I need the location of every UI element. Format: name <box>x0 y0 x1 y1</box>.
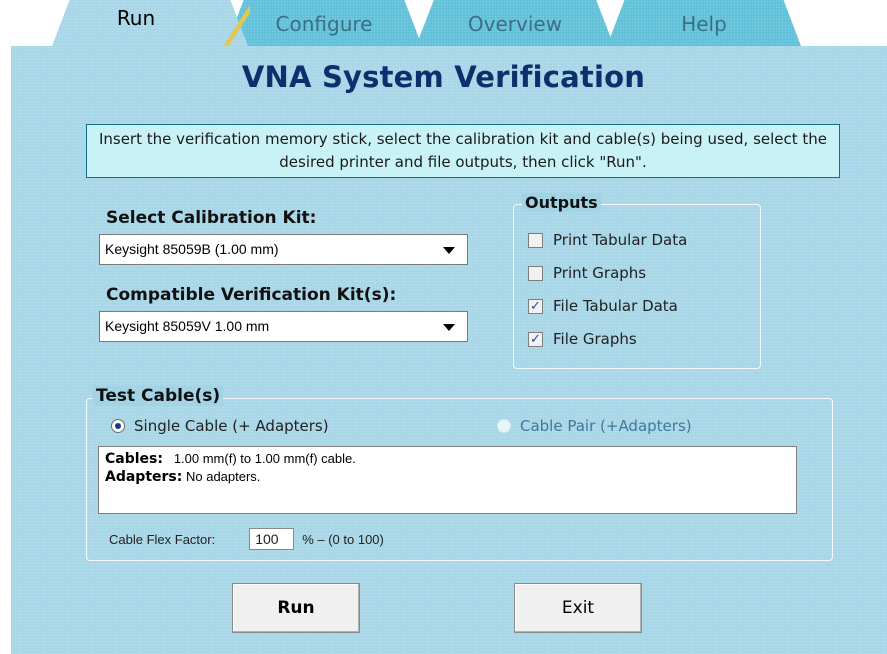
output-file-tabular[interactable]: ✓ File Tabular Data <box>528 295 678 317</box>
calibration-kit-value: Keysight 85059B (1.00 mm) <box>105 241 279 257</box>
cable-pair-label: Cable Pair (+Adapters) <box>520 417 692 435</box>
cable-flex-input[interactable]: 100 <box>249 528 295 550</box>
output-print-graphs-label: Print Graphs <box>553 264 647 282</box>
tab-overview[interactable]: Overview <box>416 0 614 46</box>
cable-pair-option: Cable Pair (+Adapters) <box>497 415 692 437</box>
chevron-down-icon[interactable] <box>443 247 455 254</box>
tab-configure[interactable]: Configure <box>226 0 422 46</box>
single-cable-option[interactable]: Single Cable (+ Adapters) <box>111 415 329 437</box>
adapters-line: Adapters: No adapters. <box>105 468 790 486</box>
single-cable-radio[interactable] <box>111 419 125 433</box>
tab-overview-label: Overview <box>467 12 563 36</box>
adapters-value: No adapters. <box>185 469 261 484</box>
output-print-tabular[interactable]: Print Tabular Data <box>528 229 687 251</box>
cable-flex-row: Cable Flex Factor: 100 % – (0 to 100) <box>109 527 384 551</box>
verification-kit-label: Compatible Verification Kit(s): <box>106 285 397 305</box>
cables-value: 1.00 mm(f) to 1.00 mm(f) cable. <box>173 451 356 466</box>
verification-kit-select[interactable]: Keysight 85059V 1.00 mm <box>99 311 468 342</box>
cables-key: Cables: <box>105 451 163 467</box>
tab-run[interactable]: Run <box>52 0 248 46</box>
calibration-kit-select[interactable]: Keysight 85059B (1.00 mm) <box>99 234 468 265</box>
checkbox-print-graphs[interactable] <box>528 265 543 281</box>
check-icon: ✓ <box>530 298 541 314</box>
single-cable-label: Single Cable (+ Adapters) <box>134 417 329 435</box>
adapters-key: Adapters: <box>105 469 183 485</box>
tab-active-edge <box>224 6 250 46</box>
cable-flex-label: Cable Flex Factor: <box>109 531 216 547</box>
test-cables-group: Test Cable(s) Single Cable (+ Adapters) … <box>86 386 833 561</box>
exit-button[interactable]: Exit <box>514 583 642 633</box>
page-title: VNA System Verification <box>241 60 646 94</box>
tab-help[interactable]: Help <box>607 0 801 46</box>
checkbox-file-graphs[interactable]: ✓ <box>528 331 543 347</box>
instructions-box: Insert the verification memory stick, se… <box>86 124 840 178</box>
run-button-label: Run <box>277 598 315 618</box>
cables-summary: Cables: 1.00 mm(f) to 1.00 mm(f) cable. … <box>98 446 797 514</box>
outputs-legend: Outputs <box>522 193 601 212</box>
checkbox-file-tabular[interactable]: ✓ <box>528 298 543 314</box>
cable-flex-unit: % – (0 to 100) <box>302 531 384 547</box>
output-file-graphs[interactable]: ✓ File Graphs <box>528 328 637 350</box>
run-button[interactable]: Run <box>232 583 360 633</box>
test-cables-legend: Test Cable(s) <box>93 386 224 406</box>
calibration-kit-label: Select Calibration Kit: <box>106 208 317 228</box>
output-print-tabular-label: Print Tabular Data <box>553 231 688 249</box>
output-file-tabular-label: File Tabular Data <box>553 297 678 315</box>
tab-configure-label: Configure <box>275 12 373 36</box>
verification-kit-value: Keysight 85059V 1.00 mm <box>105 318 270 334</box>
cables-line: Cables: 1.00 mm(f) to 1.00 mm(f) cable. <box>105 450 790 468</box>
tab-help-label: Help <box>681 12 727 36</box>
check-icon: ✓ <box>530 331 541 347</box>
exit-button-label: Exit <box>561 598 595 618</box>
cable-pair-radio <box>497 419 511 433</box>
output-file-graphs-label: File Graphs <box>553 330 637 348</box>
chevron-down-icon[interactable] <box>443 324 455 331</box>
output-print-graphs[interactable]: Print Graphs <box>528 262 646 284</box>
tab-run-label: Run <box>116 6 156 30</box>
outputs-group: Outputs Print Tabular Data Print Graphs … <box>513 193 761 369</box>
checkbox-print-tabular[interactable] <box>528 232 543 248</box>
